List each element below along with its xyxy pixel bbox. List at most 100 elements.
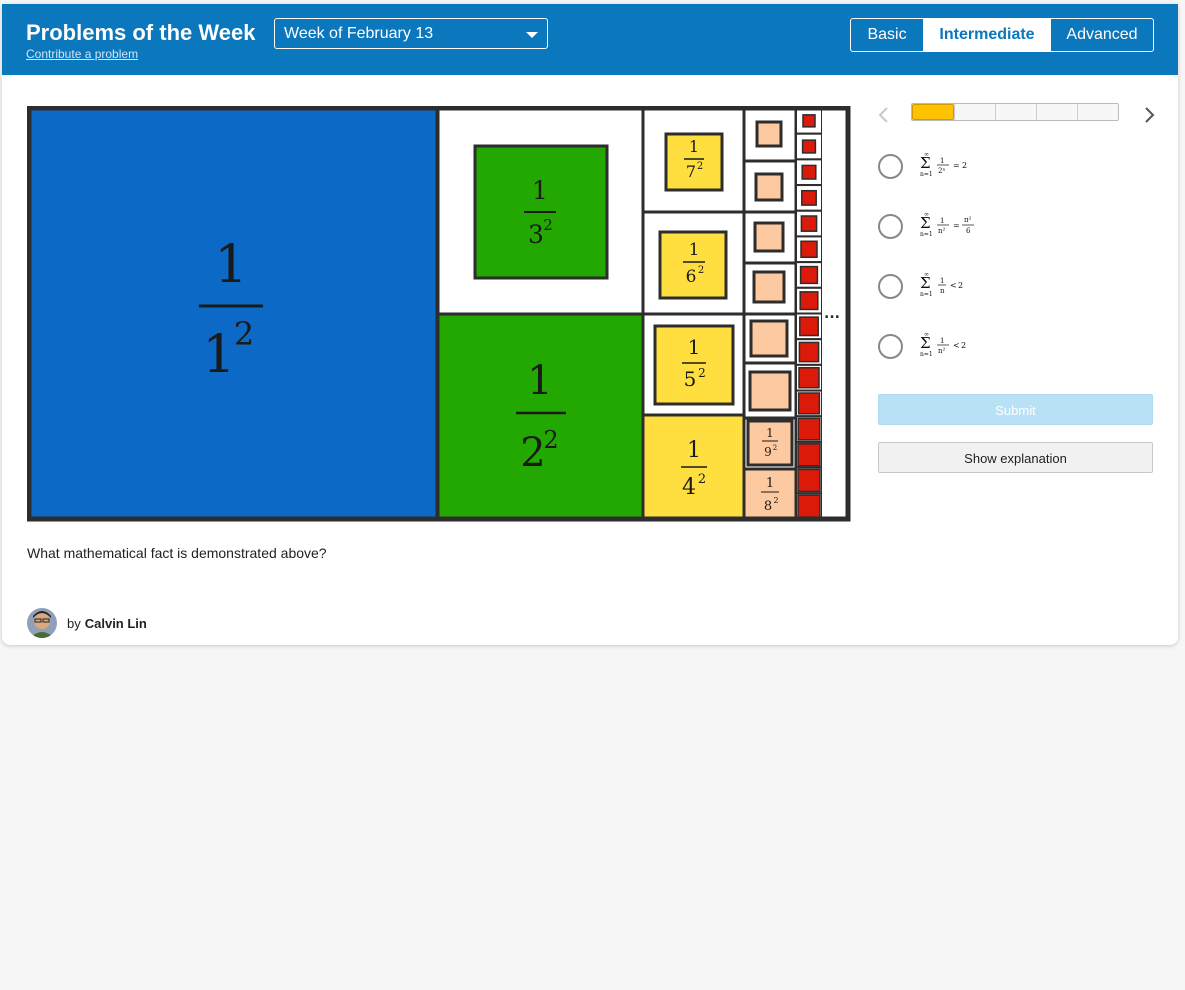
- label-2-exponent: 2: [543, 426, 558, 454]
- problem-card: Problems of the Week Contribute a proble…: [2, 4, 1178, 645]
- square-15: [755, 120, 783, 148]
- question-text: What mathematical fact is demonstrated a…: [27, 545, 327, 561]
- sigma-symbol: Σ: [920, 214, 931, 232]
- formula: ∞ Σ n=1 1 n² = π² 6: [920, 211, 974, 238]
- radio-button[interactable]: [878, 274, 903, 299]
- red-square: [802, 114, 816, 128]
- author-by: by: [67, 615, 81, 631]
- red-square: [801, 139, 817, 154]
- progress-segment[interactable]: [912, 104, 954, 120]
- label-9-denominator: 9: [764, 445, 772, 459]
- level-basic-button[interactable]: Basic: [851, 19, 923, 51]
- fraction-denominator: 2ⁿ: [938, 167, 945, 175]
- fraction-numerator: 1: [940, 217, 944, 225]
- level-advanced-button[interactable]: Advanced: [1050, 19, 1153, 51]
- week-select-value: Week of February 13: [284, 25, 434, 42]
- relation: <: [950, 281, 957, 290]
- label-2-numerator: 1: [527, 358, 552, 404]
- red-square: [800, 215, 818, 232]
- label-1-numerator: 1: [214, 235, 247, 295]
- squares-figure: ... 1 1 2 1 3 2 1 2 2 1 7 2 1 6 2 1 5 2 …: [27, 106, 851, 522]
- red-square: [800, 240, 818, 259]
- previous-step-button[interactable]: [876, 105, 892, 125]
- fraction-denominator: n: [940, 287, 945, 295]
- fraction-denominator: n²: [938, 227, 946, 235]
- label-6-denominator: 6: [686, 267, 697, 287]
- square-10: [748, 370, 792, 412]
- rhs-denominator: 6: [966, 227, 971, 235]
- label-7-denominator: 7: [686, 162, 696, 181]
- page-title: Problems of the Week: [26, 20, 256, 45]
- label-3-denominator: 3: [528, 220, 544, 249]
- label-1-exponent: 2: [234, 315, 254, 353]
- label-8-numerator: 1: [766, 476, 774, 491]
- fraction-numerator: 1: [940, 157, 944, 165]
- red-square: [799, 291, 819, 311]
- label-8-denominator: 8: [764, 499, 772, 514]
- right-hand-side: 2: [958, 281, 963, 290]
- radio-button[interactable]: [878, 334, 903, 359]
- chevron-left-icon: [878, 107, 888, 123]
- label-7-numerator: 1: [689, 137, 699, 156]
- fraction-numerator: 1: [940, 337, 944, 345]
- label-8-exponent: 2: [773, 496, 778, 505]
- next-step-button[interactable]: [1141, 105, 1157, 125]
- week-select[interactable]: Week of February 13: [274, 18, 548, 49]
- red-square: [798, 366, 820, 389]
- sigma-symbol: Σ: [920, 274, 931, 292]
- progress-segment[interactable]: [1077, 104, 1118, 120]
- red-square: [799, 265, 819, 285]
- progress-segment[interactable]: [954, 104, 995, 120]
- radio-button[interactable]: [878, 214, 903, 239]
- sum-lower-limit: n=1: [920, 231, 933, 238]
- sum-lower-limit: n=1: [920, 291, 933, 298]
- right-hand-side: 2: [961, 341, 966, 350]
- square-12: [752, 270, 786, 304]
- red-square: [797, 417, 821, 441]
- label-7-exponent: 2: [697, 161, 703, 172]
- show-explanation-button[interactable]: Show explanation: [878, 442, 1153, 473]
- avatar[interactable]: [27, 608, 57, 638]
- label-3-exponent: 2: [543, 216, 553, 234]
- author-line: by Calvin Lin: [27, 608, 147, 638]
- submit-button[interactable]: Submit: [878, 394, 1153, 425]
- label-3-numerator: 1: [532, 176, 548, 205]
- relation: =: [953, 161, 960, 170]
- header-bar: Problems of the Week Contribute a proble…: [2, 4, 1178, 75]
- right-hand-side: 2: [962, 161, 967, 170]
- radio-button[interactable]: [878, 154, 903, 179]
- label-5-numerator: 1: [688, 335, 701, 359]
- progress-segment[interactable]: [1036, 104, 1077, 120]
- label-5-denominator: 5: [684, 367, 697, 391]
- red-square: [797, 468, 821, 493]
- label-4-denominator: 4: [682, 475, 696, 500]
- contribute-link[interactable]: Contribute a problem: [26, 47, 138, 61]
- level-intermediate-button[interactable]: Intermediate: [923, 19, 1050, 51]
- label-9-numerator: 1: [766, 426, 774, 440]
- step-progress-bar: [911, 103, 1119, 121]
- sigma-symbol: Σ: [920, 334, 931, 352]
- progress-segment[interactable]: [995, 104, 1036, 120]
- level-toggle: Basic Intermediate Advanced: [850, 18, 1154, 52]
- formula: ∞ Σ n=1 1 n² < 2: [920, 331, 966, 358]
- red-column: [794, 106, 824, 521]
- chevron-down-icon: [526, 32, 538, 38]
- red-square: [797, 443, 821, 467]
- red-square: [797, 494, 821, 518]
- author-name[interactable]: Calvin Lin: [85, 616, 147, 631]
- formula: ∞ Σ n=1 1 2ⁿ = 2: [920, 151, 967, 178]
- label-5-exponent: 2: [698, 366, 706, 380]
- formula: ∞ Σ n=1 1 n < 2: [920, 271, 963, 298]
- square-14: [754, 172, 784, 202]
- label-6-numerator: 1: [689, 240, 700, 260]
- fraction-numerator: 1: [940, 277, 944, 285]
- sum-lower-limit: n=1: [920, 351, 933, 358]
- label-1-denominator: 1: [202, 325, 235, 385]
- red-square: [801, 164, 817, 180]
- fraction-denominator: n²: [938, 347, 946, 355]
- label-6-exponent: 2: [698, 265, 704, 276]
- red-square: [801, 189, 817, 206]
- rhs-numerator: π²: [964, 216, 972, 224]
- ellipsis: ...: [824, 306, 840, 322]
- red-square: [799, 316, 819, 337]
